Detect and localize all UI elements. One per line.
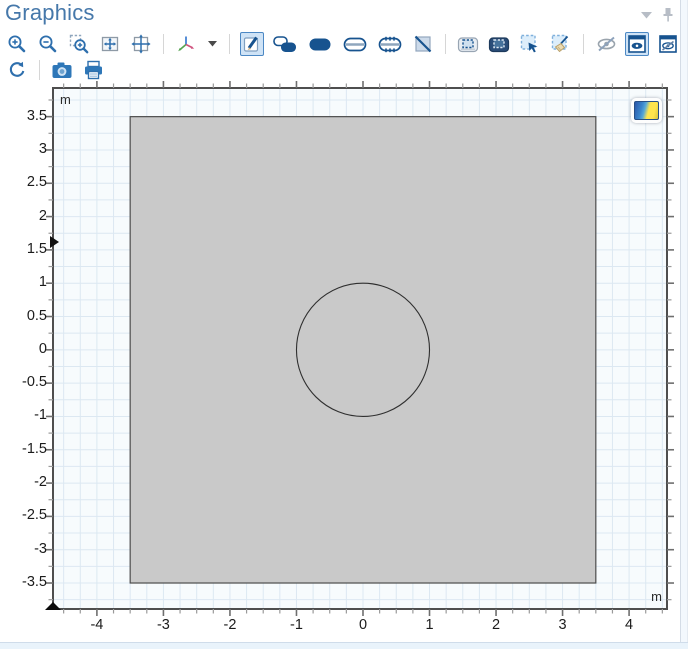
zoom-in-button[interactable] [5, 32, 29, 56]
y-axis-tick-label: -2 [34, 474, 47, 491]
select-button[interactable] [240, 32, 264, 56]
y-axis-tick-label: 0.5 [26, 307, 47, 324]
view-all-button[interactable] [625, 32, 649, 56]
x-axis-tick-label: 0 [358, 617, 368, 633]
x-axis-tick-label: -2 [223, 617, 237, 633]
y-axis-tick-label: 2 [38, 207, 47, 224]
toolbar-separator [583, 34, 584, 54]
panel-right-divider[interactable] [680, 0, 688, 649]
select-domains-button[interactable] [306, 32, 334, 56]
panel-title: Graphics [5, 0, 95, 25]
toolbar-separator [229, 34, 230, 54]
x-axis-tick-label: 4 [625, 617, 634, 633]
select-boundaries-button[interactable] [341, 32, 369, 56]
toolbar-separator [39, 60, 40, 80]
y-axis-tick-label: -1 [34, 407, 47, 424]
gradient-swatch-icon [634, 101, 659, 120]
view-unhidden-only-button[interactable] [656, 32, 680, 56]
view-orientation-dropdown[interactable] [205, 32, 219, 56]
y-axis-tick-label: 1 [38, 274, 47, 291]
clear-selection-button[interactable] [549, 32, 573, 56]
axis-origin-marker [45, 602, 61, 610]
plot-canvas[interactable] [0, 0, 688, 649]
panel-titlebar: Graphics [0, 0, 688, 30]
plot-frame [52, 87, 668, 610]
x-axis-tick-label: 1 [425, 617, 434, 633]
axis-tick-labels: -4 -3 -2 -1 0 1 2 3 4 3.5 3 2.5 2 1.5 1 0.5 0 -0.5 -1 -1.5 -… [0, 0, 688, 649]
show-material-color-button[interactable] [487, 32, 511, 56]
x-axis-tick-label: 3 [558, 617, 567, 633]
y-axis-tick-label: 0 [38, 340, 47, 357]
graphics-window: Graphics -4 -3 -2 -1 0 1 2 3 4 3.5 3 2.5… [0, 0, 688, 649]
toolbar-separator [163, 34, 164, 54]
y-axis-tick-label: 3.5 [26, 107, 47, 124]
select-objects-button[interactable] [271, 32, 299, 56]
y-axis-tick-label: -2.5 [22, 507, 47, 524]
y-axis-tick-label: -3.5 [22, 574, 47, 591]
show-selection-colors-button[interactable] [456, 32, 480, 56]
graphics-toolbar-row1 [5, 31, 688, 57]
y-axis-unit-label: m [60, 92, 71, 107]
reset-view-button[interactable] [5, 58, 29, 82]
zoom-box-button[interactable] [67, 32, 91, 56]
y-axis-tick-label: 2.5 [26, 174, 47, 191]
plot-mode-badge[interactable] [631, 98, 662, 123]
x-axis-tick-label: -4 [90, 617, 104, 633]
x-axis-tick-label: 2 [491, 617, 501, 633]
pin-icon[interactable] [662, 8, 674, 22]
hide-objects-button[interactable] [594, 32, 618, 56]
y-axis-tick-label: -1.5 [22, 440, 47, 457]
y-axis-tick-label: -0.5 [22, 374, 47, 391]
mouse-cursor [50, 236, 59, 248]
graphics-toolbar-row2 [5, 57, 105, 83]
y-axis-tick-label: 3 [38, 140, 47, 157]
image-snapshot-button[interactable] [50, 58, 74, 82]
panel-bottom-divider[interactable] [0, 642, 688, 649]
chevron-down-icon[interactable] [641, 11, 652, 19]
y-axis-tick-label: -3 [34, 540, 47, 557]
view-orientation-button[interactable] [174, 32, 198, 56]
print-button[interactable] [81, 58, 105, 82]
toolbar-separator [445, 34, 446, 54]
plot-background [53, 88, 667, 609]
geometry-circle[interactable] [295, 282, 431, 418]
geometry-square[interactable] [129, 116, 597, 584]
zoom-extents-button[interactable] [98, 32, 122, 56]
box-select-button[interactable] [518, 32, 542, 56]
x-axis-tick-label: -3 [156, 617, 170, 633]
select-none-button[interactable] [411, 32, 435, 56]
y-axis-tick-label: 1.5 [26, 240, 47, 257]
x-axis-tick-label: -1 [290, 617, 303, 633]
select-edges-button[interactable] [376, 32, 404, 56]
zoom-out-button[interactable] [36, 32, 60, 56]
x-axis-unit-label: m [651, 589, 662, 604]
go-to-default-view-button[interactable] [129, 32, 153, 56]
